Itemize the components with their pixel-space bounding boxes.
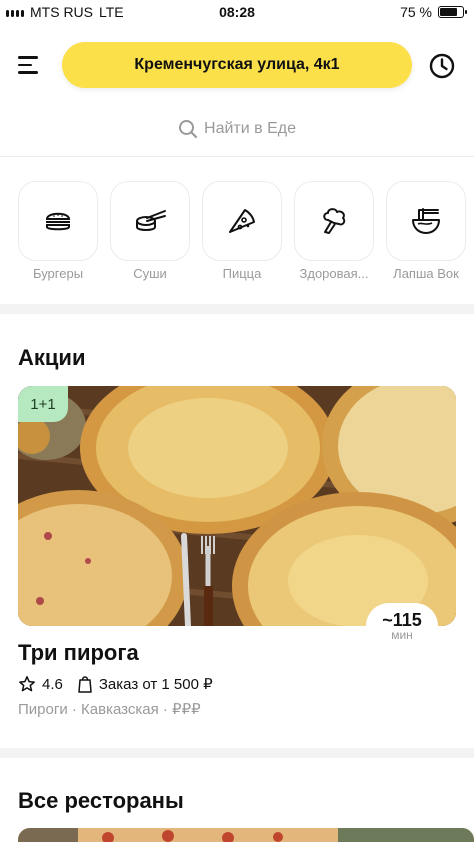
search-bar[interactable]: Найти в Еде	[0, 112, 474, 146]
restaurant-card-image[interactable]	[18, 828, 474, 842]
category-label: Пицца	[222, 266, 262, 281]
battery-icon	[438, 6, 467, 18]
delivery-time-badge: ~115 мин	[366, 603, 438, 649]
category-burgers[interactable]: Бургеры	[18, 181, 98, 281]
menu-icon[interactable]	[18, 52, 46, 78]
cuisine-tags: Пироги · Кавказская ·	[18, 701, 173, 718]
category-tile[interactable]	[110, 181, 190, 261]
battery-fill	[440, 8, 457, 16]
category-tile[interactable]	[386, 181, 466, 261]
category-tile[interactable]	[294, 181, 374, 261]
sushi-icon	[136, 210, 166, 231]
category-healthy[interactable]: Здоровая...	[294, 181, 374, 281]
noodles-icon	[412, 208, 440, 234]
delivery-time-unit: мин	[391, 627, 413, 642]
restaurant-meta: 4.6 Заказ от 1 500 ₽	[18, 675, 213, 693]
category-label: Бургеры	[32, 266, 84, 281]
burger-icon	[45, 212, 71, 231]
battery-percent: 75 %	[400, 4, 432, 20]
category-tile[interactable]	[202, 181, 282, 261]
promo-section-title: Акции	[18, 345, 86, 370]
promo-badge: 1+1	[18, 386, 68, 422]
category-list[interactable]: Бургеры Суши Пицца Здоровая... Лапша Вок	[18, 181, 474, 291]
price-level: ₽₽₽	[172, 701, 201, 718]
category-label: Суши	[133, 266, 167, 281]
category-label: Здоровая...	[299, 266, 369, 281]
category-wok[interactable]: Лапша Вок	[386, 181, 466, 281]
restaurant-rating: 4.6	[42, 675, 63, 693]
restaurant-name[interactable]: Три пирога	[18, 640, 139, 666]
status-bar: MTS RUS LTE 08:28 75 %	[0, 0, 474, 26]
clock-icon[interactable]	[428, 52, 456, 80]
category-tile[interactable]	[18, 181, 98, 261]
category-pizza[interactable]: Пицца	[202, 181, 282, 281]
shopping-bag-icon	[78, 676, 92, 693]
divider	[0, 156, 474, 157]
restaurant-tags: Пироги · Кавказская · ₽₽₽	[18, 700, 201, 718]
restaurant-card-image[interactable]	[18, 386, 456, 626]
all-restaurants-title: Все рестораны	[18, 788, 184, 813]
category-sushi[interactable]: Суши	[110, 181, 190, 281]
status-right: 75 %	[400, 4, 467, 20]
min-order: Заказ от 1 500 ₽	[98, 676, 213, 693]
pizza-icon	[229, 209, 255, 233]
address-button[interactable]: Кременчугская улица, 4к1	[62, 42, 412, 88]
section-separator	[0, 304, 474, 314]
star-icon	[19, 676, 35, 692]
category-label: Лапша Вок	[393, 266, 459, 281]
broccoli-icon	[323, 208, 346, 234]
top-bar: Кременчугская улица, 4к1	[0, 40, 474, 90]
delivery-time-value: ~115	[382, 609, 422, 630]
search-icon	[179, 120, 198, 139]
section-separator	[0, 748, 474, 758]
search-input[interactable]: Найти в Еде	[204, 120, 296, 138]
